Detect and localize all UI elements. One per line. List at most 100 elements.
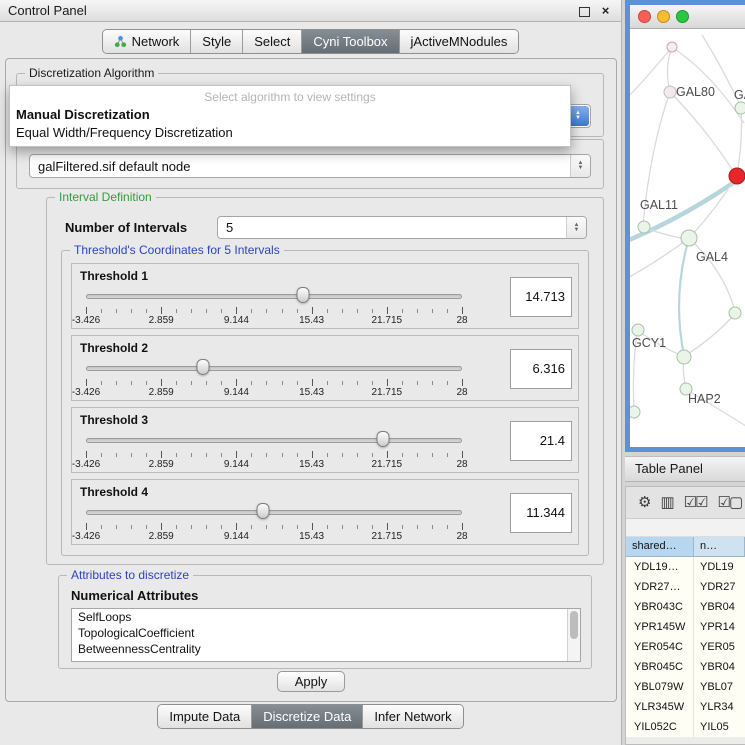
table-row[interactable]: YDL19…YDL19	[626, 557, 745, 577]
slider-track[interactable]	[86, 294, 462, 299]
network-node-right-mid[interactable]	[729, 307, 741, 319]
cell-name: YBL07	[694, 677, 745, 697]
tab-jactivemnodules[interactable]: jActiveMNodules	[400, 30, 519, 53]
table-settings-gear-icon[interactable]: ⚙	[638, 495, 649, 510]
table-panel-titlebar[interactable]: Table Panel	[625, 456, 745, 482]
column-layout-icon[interactable]: ▥	[660, 495, 672, 510]
top-tab-bar-wrap: Network Style SelectCyni ToolboxjActiveMNo…	[0, 29, 621, 54]
table-row[interactable]: YLR345WYLR34	[626, 697, 745, 717]
tick-mark	[221, 381, 222, 385]
threshold-coordinates-legend: Threshold's Coordinates for 5 Intervals	[70, 243, 284, 257]
tab-infer-network[interactable]: Infer Network	[363, 705, 462, 728]
network-edge[interactable]	[630, 239, 688, 280]
network-edge[interactable]	[667, 47, 672, 91]
slider-thumb[interactable]	[377, 431, 390, 447]
table-row[interactable]: YIL052CYIL05	[626, 717, 745, 737]
network-node-pink-top[interactable]	[667, 42, 677, 52]
tick-mark	[372, 309, 373, 313]
threshold-slider[interactable]	[86, 430, 462, 448]
slider-thumb[interactable]	[256, 503, 269, 519]
threshold-label: Threshold 1	[80, 269, 148, 283]
slider-track[interactable]	[86, 438, 462, 443]
threshold-slider[interactable]	[86, 358, 462, 376]
popup-option-manual-discretization[interactable]: Manual Discretization	[10, 106, 570, 124]
tab-select[interactable]: Select	[243, 30, 302, 53]
algorithm-popup[interactable]: Select algorithm to view settingsManual …	[9, 85, 571, 147]
tick-mark	[221, 453, 222, 457]
tab-discretize-data[interactable]: Discretize Data	[252, 705, 363, 728]
threshold-value-field[interactable]: 14.713	[510, 277, 572, 317]
slider-tick-row	[86, 379, 462, 386]
tab-label: Infer Network	[374, 709, 451, 724]
column-header-n[interactable]: n…	[694, 537, 745, 557]
tick-mark	[342, 381, 343, 385]
network-edge[interactable]	[679, 238, 689, 355]
tab-label: Style	[202, 34, 231, 49]
slider-thumb[interactable]	[196, 359, 209, 375]
minimize-button[interactable]	[657, 10, 670, 23]
threshold-value-field[interactable]: 21.4	[510, 421, 572, 461]
network-node-red-selected[interactable]	[729, 168, 745, 184]
tick-mark	[387, 307, 388, 314]
threshold-value-field[interactable]: 6.316	[510, 349, 572, 389]
network-edge[interactable]	[670, 92, 735, 174]
threshold-slider[interactable]	[86, 286, 462, 304]
network-edge[interactable]	[737, 110, 742, 175]
table-row[interactable]: YBR043CYBR04	[626, 597, 745, 617]
network-edge[interactable]	[645, 228, 681, 238]
apply-button[interactable]: Apply	[277, 671, 345, 692]
slider-track[interactable]	[86, 366, 462, 371]
tab-network[interactable]: Network	[103, 30, 192, 53]
scrollbar-thumb[interactable]	[570, 611, 578, 639]
attributes-scrollbar[interactable]	[567, 609, 580, 661]
tick-mark	[206, 381, 207, 385]
attribute-item-betweennesscentrality[interactable]: BetweennessCentrality	[72, 641, 580, 657]
attribute-item-topologicalcoefficient[interactable]: TopologicalCoefficient	[72, 625, 580, 641]
tab-style[interactable]: Style	[191, 30, 243, 53]
control-panel-titlebar[interactable]: Control Panel ×	[0, 0, 621, 22]
network-canvas[interactable]: GAL80GAGAL11GAL4GCY1HAP2	[630, 29, 745, 447]
tick-mark	[131, 525, 132, 529]
slider-track[interactable]	[86, 510, 462, 515]
select-columns-icon[interactable]: ☑☑	[684, 495, 707, 510]
network-node-gal4[interactable]	[681, 230, 697, 246]
close-icon[interactable]: ×	[598, 3, 613, 18]
network-node-center-lower[interactable]	[677, 350, 691, 364]
network-node-bottom-left[interactable]	[630, 406, 640, 418]
number-of-intervals-combobox[interactable]: 5 ▲ ▼	[217, 216, 587, 239]
tab-impute-data[interactable]: Impute Data	[158, 705, 252, 728]
intervals-stepper-icon[interactable]: ▲ ▼	[566, 217, 586, 238]
network-node-gcy1[interactable]	[632, 324, 644, 336]
network-edge[interactable]	[686, 314, 735, 355]
attribute-item-selfloops[interactable]: SelfLoops	[72, 609, 580, 625]
network-node-gal11[interactable]	[638, 221, 650, 233]
column-header-shared[interactable]: shared…	[626, 537, 694, 557]
tick-mark	[447, 309, 448, 313]
table-row[interactable]: YBL079WYBL07	[626, 677, 745, 697]
table-data-combobox[interactable]: galFiltered.sif default node ▲ ▼	[29, 154, 591, 178]
threshold-panel-threshold-3: Threshold 321.4-3.4262.8599.14415.4321.7…	[71, 407, 579, 473]
scale-label: 15.43	[299, 387, 324, 398]
table-row[interactable]: YPR145WYPR14	[626, 617, 745, 637]
selection-mode-icon[interactable]: ☑▢	[718, 495, 742, 510]
popup-option-equal-width-frequency-discretization[interactable]: Equal Width/Frequency Discretization	[10, 124, 570, 142]
table-data-stepper-icon[interactable]: ▲ ▼	[570, 155, 590, 177]
network-window-titlebar[interactable]	[630, 5, 745, 29]
tick-mark	[131, 453, 132, 457]
threshold-panel-threshold-1: Threshold 114.713-3.4262.8599.14415.4321…	[71, 263, 579, 329]
attributes-listbox[interactable]: SelfLoopsTopologicalCoefficientBetweenne…	[71, 608, 581, 662]
network-node-gal80[interactable]	[664, 86, 676, 98]
slider-thumb[interactable]	[297, 287, 310, 303]
network-view-window[interactable]: GAL80GAGAL11GAL4GCY1HAP2	[625, 0, 745, 452]
zoom-button[interactable]	[676, 10, 689, 23]
network-node-right-upper[interactable]	[735, 102, 745, 114]
threshold-slider[interactable]	[86, 502, 462, 520]
table-row[interactable]: YDR27…YDR27	[626, 577, 745, 597]
table-row[interactable]: YBR045CYBR04	[626, 657, 745, 677]
scale-label: 2.859	[149, 531, 174, 542]
table-row[interactable]: YER054CYER05	[626, 637, 745, 657]
close-button[interactable]	[638, 10, 651, 23]
threshold-value-field[interactable]: 11.344	[510, 493, 572, 533]
float-window-icon[interactable]	[576, 3, 591, 18]
tab-cyni-toolbox[interactable]: Cyni Toolbox	[302, 30, 399, 53]
